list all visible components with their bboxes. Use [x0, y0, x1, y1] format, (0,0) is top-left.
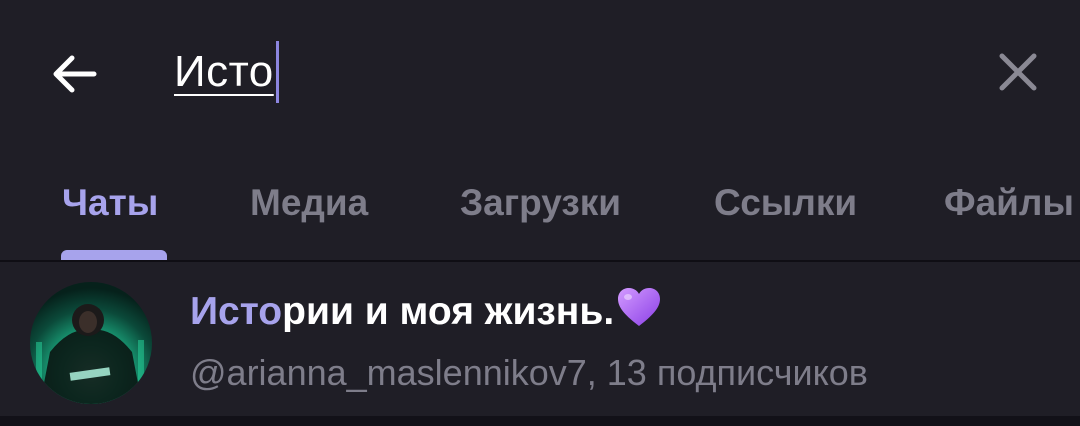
text-caret [275, 41, 279, 103]
result-subtitle: @arianna_maslennikov7, 13 подписчиков [190, 352, 868, 393]
search-header: Исто [0, 0, 1080, 150]
tab-chats[interactable]: Чаты [62, 182, 158, 224]
avatar [30, 282, 152, 404]
result-title: Исто рии и моя жизнь. [190, 286, 662, 338]
search-query-text: Исто [174, 47, 274, 96]
tab-links[interactable]: Ссылки [714, 182, 857, 224]
search-screen: Исто Чаты Медиа Загрузки Ссылки Файлы Ис… [0, 0, 1080, 426]
arrow-left-icon [53, 55, 97, 93]
list-bottom-divider [0, 416, 1080, 426]
back-button[interactable] [44, 46, 104, 102]
search-tabs: Чаты Медиа Загрузки Ссылки Файлы [0, 160, 1080, 260]
tab-downloads[interactable]: Загрузки [460, 182, 621, 224]
title-rest: рии и моя жизнь. [282, 290, 615, 333]
clear-search-button[interactable] [988, 44, 1048, 100]
tab-media[interactable]: Медиа [250, 182, 368, 224]
list-item[interactable]: Исто рии и моя жизнь. @arianna_maslenniko… [0, 262, 1080, 416]
close-icon [999, 53, 1037, 91]
title-highlight: Исто [190, 290, 283, 333]
search-input[interactable]: Исто [174, 40, 279, 104]
tab-files[interactable]: Файлы [944, 182, 1074, 224]
avatar-photo [30, 282, 152, 404]
purple-heart-icon [616, 286, 662, 338]
active-tab-indicator [61, 250, 167, 260]
